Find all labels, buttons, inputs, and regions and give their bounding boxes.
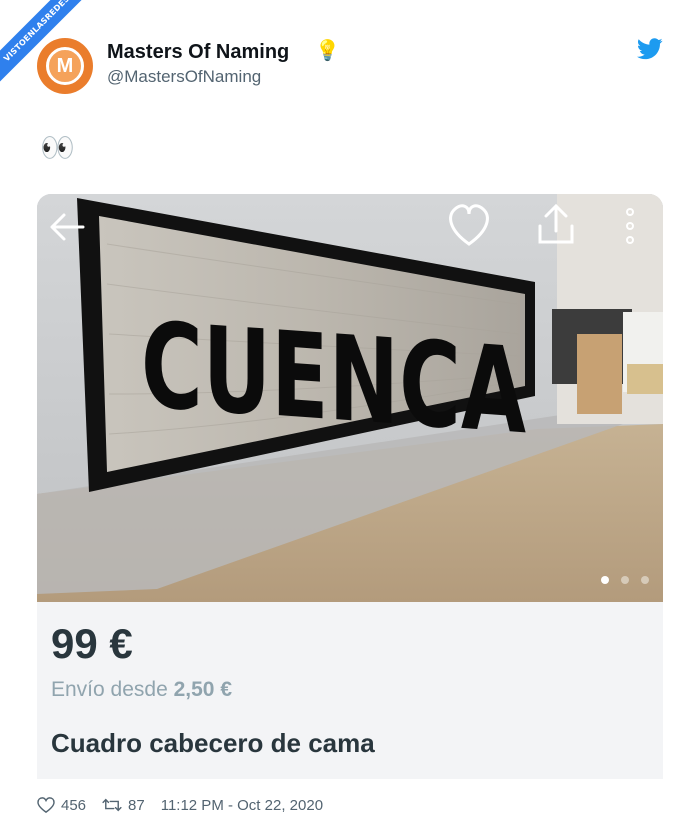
avatar[interactable]: M bbox=[37, 38, 93, 94]
avatar-logo: M bbox=[46, 47, 84, 85]
like-stat[interactable]: 456 bbox=[37, 797, 86, 814]
sign-text: CUENCA bbox=[141, 297, 526, 461]
product-price: 99 € bbox=[51, 620, 133, 667]
carousel-dot-1[interactable] bbox=[601, 576, 609, 584]
carousel-indicators[interactable] bbox=[601, 576, 649, 584]
retweet-stat[interactable]: 87 bbox=[102, 797, 145, 814]
like-count: 456 bbox=[61, 796, 87, 814]
product-title: Cuadro cabecero de cama bbox=[51, 728, 375, 758]
tweet-footer: 456 87 11:12 PM - Oct 22, 2020 bbox=[37, 794, 323, 816]
lightbulb-emoji: 💡 bbox=[315, 40, 340, 62]
tweet-card: VISTOENLASREDES M Masters Of Naming 💡 @M… bbox=[0, 0, 700, 840]
carousel-dot-3[interactable] bbox=[641, 576, 649, 584]
shipping-price: 2,50 € bbox=[173, 678, 232, 701]
product-image[interactable]: CUENCA bbox=[37, 194, 663, 602]
tweet-text: 👀 bbox=[40, 132, 75, 163]
twitter-bird-icon[interactable] bbox=[637, 38, 663, 60]
tweet-timestamp[interactable]: 11:12 PM - Oct 22, 2020 bbox=[161, 797, 323, 814]
retweet-count: 87 bbox=[128, 796, 145, 814]
like-icon[interactable] bbox=[37, 797, 55, 813]
product-photo: CUENCA bbox=[37, 194, 663, 602]
shipping-prefix: Envío desde bbox=[51, 678, 168, 701]
product-info-panel: 99 € Envío desde 2,50 € Cuadro cabecero … bbox=[37, 602, 663, 779]
shipping-info: Envío desde 2,50 € bbox=[51, 678, 232, 702]
author-handle[interactable]: @MastersOfNaming bbox=[107, 67, 261, 87]
carousel-dot-2[interactable] bbox=[621, 576, 629, 584]
retweet-icon[interactable] bbox=[102, 797, 122, 813]
author-display-name[interactable]: Masters Of Naming bbox=[107, 41, 289, 64]
